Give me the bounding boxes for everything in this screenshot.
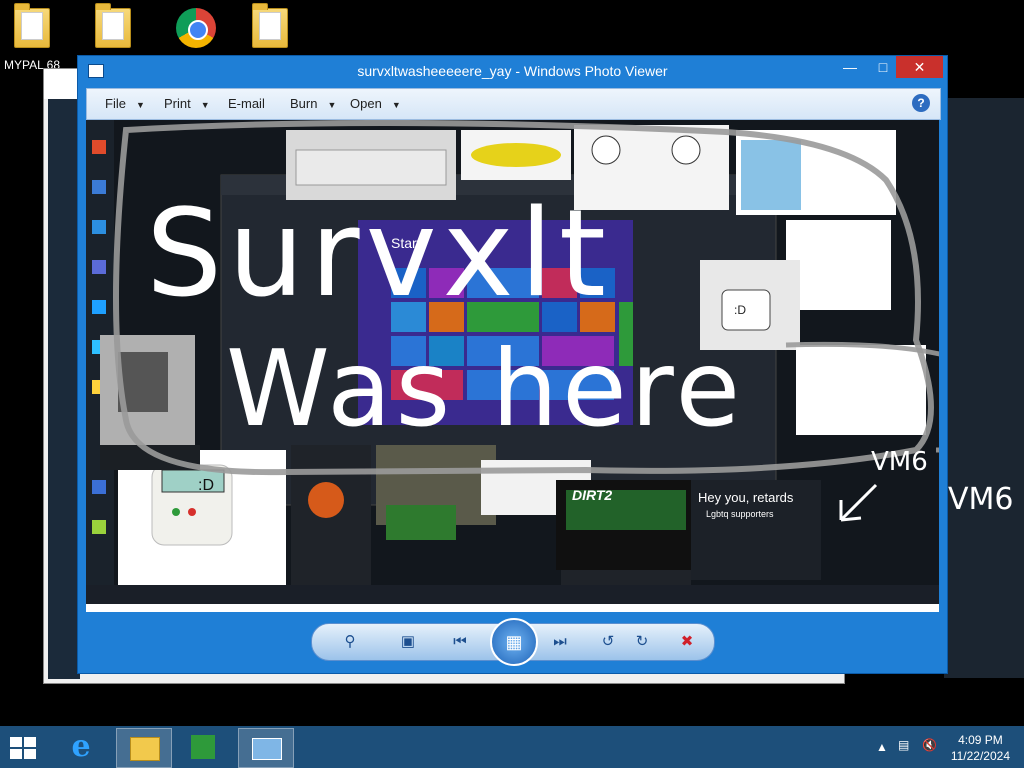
rotate-clockwise-icon[interactable]: ↻ <box>632 632 652 652</box>
menu-file[interactable]: File ▼ <box>105 96 145 111</box>
robot-face-text: :D <box>198 477 214 494</box>
title-bar[interactable]: survxltwasheeeeere_yay - Windows Photo V… <box>78 56 947 86</box>
vm6-label-right: VM6 <box>948 482 1014 517</box>
banner-text: Hey you, retards <box>698 490 794 505</box>
show-hidden-icons[interactable]: ▲ <box>876 740 888 754</box>
chevron-down-icon: ▼ <box>200 100 210 110</box>
slideshow-button[interactable]: ▦ <box>490 618 538 666</box>
menu-burn[interactable]: Burn ▼ <box>290 96 336 111</box>
browser-icon <box>176 8 216 48</box>
minimize-button[interactable]: — <box>835 56 865 78</box>
desktop-icon-folder-2[interactable] <box>240 3 300 48</box>
robot-face-text-small: :D <box>734 303 746 317</box>
viewer-controls-bar: ⚲ ▣ ⏮ ▦ ⏭ ↺ ↻ ✖ <box>311 618 715 666</box>
rotate-counterclockwise-icon[interactable]: ↺ <box>598 632 618 652</box>
scrawl-line-1: Survxlt <box>146 185 612 324</box>
vm6-label: VM6 <box>871 447 928 477</box>
menu-email[interactable]: E-mail <box>228 96 265 111</box>
displayed-photo: Start:D:D DIRT2 Hey you, retards Lgbtq… <box>86 120 939 604</box>
window-title: survxltwasheeeeere_yay - Windows Photo V… <box>357 63 668 79</box>
help-icon[interactable]: ? <box>912 94 930 112</box>
background-window-right <box>944 98 1024 678</box>
internet-explorer-taskbar-icon[interactable]: e <box>54 728 108 766</box>
chevron-down-icon: ▼ <box>135 100 145 110</box>
menu-print[interactable]: Print ▼ <box>164 96 210 111</box>
photo-collage: Start:D:D DIRT2 Hey you, retards Lgbtq… <box>86 120 939 604</box>
volume-muted-icon[interactable]: 🔇 <box>922 738 937 752</box>
network-icon[interactable]: ▤ <box>898 738 909 752</box>
desktop-icon-folder[interactable] <box>83 3 143 48</box>
folder-icon <box>95 3 131 48</box>
photo-viewer-window[interactable]: survxltwasheeeeere_yay - Windows Photo V… <box>77 55 948 674</box>
delete-icon[interactable]: ✖ <box>677 632 697 652</box>
next-icon[interactable]: ⏭ <box>550 632 570 652</box>
chevron-down-icon: ▼ <box>327 100 337 110</box>
chevron-down-icon: ▼ <box>391 100 401 110</box>
dirt-logo-text: DIRT2 <box>572 487 612 503</box>
file-explorer-taskbar-icon[interactable] <box>116 728 172 768</box>
start-button[interactable] <box>10 737 38 759</box>
zoom-icon[interactable]: ⚲ <box>340 632 360 652</box>
actual-size-icon[interactable]: ▣ <box>398 632 418 652</box>
photo-bottom-edge <box>86 604 939 612</box>
taskbar: e ▲ ▤ 🔇 4:09 PM 11/22/2024 <box>0 726 1024 768</box>
menu-bar: File ▼ Print ▼ E-mail Burn ▼ Open ▼ ? <box>86 88 941 120</box>
scrawl-line-2: Was here <box>226 328 744 450</box>
close-button[interactable]: ✕ <box>896 56 943 78</box>
photo-viewer-taskbar-icon[interactable] <box>238 728 294 768</box>
desktop-icon-browser[interactable] <box>166 8 226 48</box>
folder-icon <box>252 3 288 48</box>
clock-time: 4:09 PM <box>958 733 1003 747</box>
maximize-button[interactable]: □ <box>868 56 898 78</box>
system-clock[interactable]: 4:09 PM 11/22/2024 <box>951 732 1010 764</box>
clock-date: 11/22/2024 <box>950 749 1010 763</box>
desktop-icon-mypal[interactable]: MYPAL 68 <box>2 3 62 72</box>
store-taskbar-icon[interactable] <box>176 728 230 766</box>
menu-open[interactable]: Open ▼ <box>350 96 401 111</box>
folder-icon <box>14 3 50 48</box>
sub-banner-text: Lgbtq supporters <box>706 509 774 519</box>
previous-icon[interactable]: ⏮ <box>450 632 470 652</box>
